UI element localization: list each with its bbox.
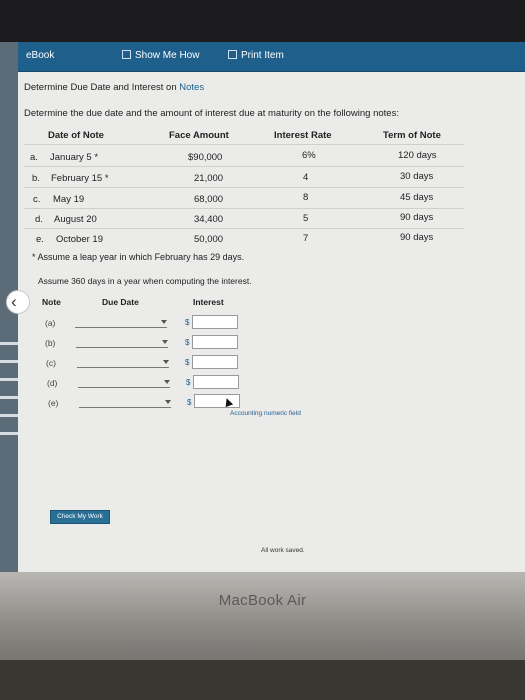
laptop-bezel xyxy=(0,0,525,42)
due-date-select[interactable] xyxy=(76,338,168,348)
answer-header-due-date: Due Date xyxy=(102,297,139,307)
interest-input[interactable] xyxy=(194,394,240,408)
chevron-down-icon xyxy=(162,340,168,344)
row-letter: d. xyxy=(35,214,43,225)
chevron-left-icon: ‹ xyxy=(11,292,17,311)
leap-year-footnote: * Assume a leap year in which February h… xyxy=(32,252,245,262)
row-term: 45 days xyxy=(400,192,434,203)
row-term: 90 days xyxy=(400,232,434,243)
chevron-down-icon xyxy=(163,360,169,364)
row-rate: 6% xyxy=(302,150,316,161)
row-date: January 5 * xyxy=(50,152,99,163)
print-item-button[interactable]: Print Item xyxy=(228,50,284,61)
toolbar: eBook Show Me How Print Item xyxy=(0,42,525,72)
due-date-select[interactable] xyxy=(79,398,171,408)
header-face-amount: Face Amount xyxy=(169,130,229,141)
currency-symbol: $ xyxy=(187,398,192,407)
header-divider xyxy=(24,144,464,145)
notes-link[interactable]: Notes xyxy=(179,82,204,93)
header-interest-rate: Interest Rate xyxy=(274,130,332,141)
row-face: 34,400 xyxy=(194,214,224,225)
ebook-link[interactable]: eBook xyxy=(26,50,54,61)
row-face: 50,000 xyxy=(194,234,224,245)
row-rate: 8 xyxy=(303,192,309,203)
ebook-label: eBook xyxy=(26,50,55,61)
print-icon xyxy=(228,50,237,59)
currency-symbol: $ xyxy=(185,338,190,347)
row-divider xyxy=(24,187,464,188)
row-date: October 19 xyxy=(56,234,103,245)
row-divider xyxy=(24,228,464,229)
field-tooltip: Accounting numeric field xyxy=(230,410,301,417)
currency-symbol: $ xyxy=(186,378,191,387)
currency-symbol: $ xyxy=(185,318,190,327)
save-status: All work saved. xyxy=(261,547,305,554)
answer-note-label: (e) xyxy=(48,398,59,408)
row-date: August 20 xyxy=(54,214,97,225)
currency-symbol: $ xyxy=(185,358,190,367)
row-letter: b. xyxy=(32,173,40,184)
row-date: February 15 * xyxy=(51,173,109,184)
row-face: 21,000 xyxy=(194,173,224,184)
chevron-down-icon xyxy=(165,400,171,404)
due-date-select[interactable] xyxy=(75,318,167,328)
row-divider xyxy=(24,166,464,167)
row-face: 68,000 xyxy=(194,194,224,205)
row-rate: 4 xyxy=(303,172,309,183)
assumption-text: Assume 360 days in a year when computing… xyxy=(38,276,252,286)
header-term-of-note: Term of Note xyxy=(383,130,441,141)
answer-note-label: (c) xyxy=(46,358,56,368)
answer-note-label: (b) xyxy=(45,338,56,348)
show-me-how-button[interactable]: Show Me How xyxy=(122,50,199,61)
chevron-down-icon xyxy=(161,320,167,324)
row-divider xyxy=(24,208,464,209)
row-face: $90,000 xyxy=(188,152,223,163)
device-label: MacBook Air xyxy=(218,592,307,609)
due-date-select[interactable] xyxy=(78,378,170,388)
interest-input[interactable] xyxy=(192,335,238,349)
row-term: 120 days xyxy=(398,150,437,161)
row-letter: e. xyxy=(36,234,44,245)
interest-input[interactable] xyxy=(193,375,239,389)
row-rate: 7 xyxy=(303,233,309,244)
back-button[interactable]: ‹ xyxy=(6,290,30,314)
question-content: Determine Due Date and Interest on Notes… xyxy=(18,72,525,572)
print-item-label: Print Item xyxy=(241,50,284,61)
row-letter: c. xyxy=(33,194,41,205)
show-me-how-label: Show Me How xyxy=(135,50,200,61)
title-text: Determine Due Date and Interest on xyxy=(24,82,180,93)
answer-note-label: (a) xyxy=(45,318,56,328)
row-date: May 19 xyxy=(53,194,85,205)
row-term: 90 days xyxy=(400,212,434,223)
header-date-of-note: Date of Note xyxy=(48,130,104,141)
question-title: Determine Due Date and Interest on Notes xyxy=(24,82,204,93)
video-icon xyxy=(122,50,131,59)
answer-header-note: Note xyxy=(42,297,61,307)
check-my-work-button[interactable]: Check My Work xyxy=(50,510,110,524)
interest-input[interactable] xyxy=(192,315,238,329)
row-letter: a. xyxy=(30,152,38,163)
row-term: 30 days xyxy=(400,171,434,182)
instruction-text: Determine the due date and the amount of… xyxy=(24,108,399,119)
due-date-select[interactable] xyxy=(77,358,169,368)
desk-surface xyxy=(0,660,525,700)
row-rate: 5 xyxy=(303,213,309,224)
answer-header-interest: Interest xyxy=(193,297,224,307)
answer-note-label: (d) xyxy=(47,378,58,388)
chevron-down-icon xyxy=(164,380,170,384)
interest-input[interactable] xyxy=(192,355,238,369)
